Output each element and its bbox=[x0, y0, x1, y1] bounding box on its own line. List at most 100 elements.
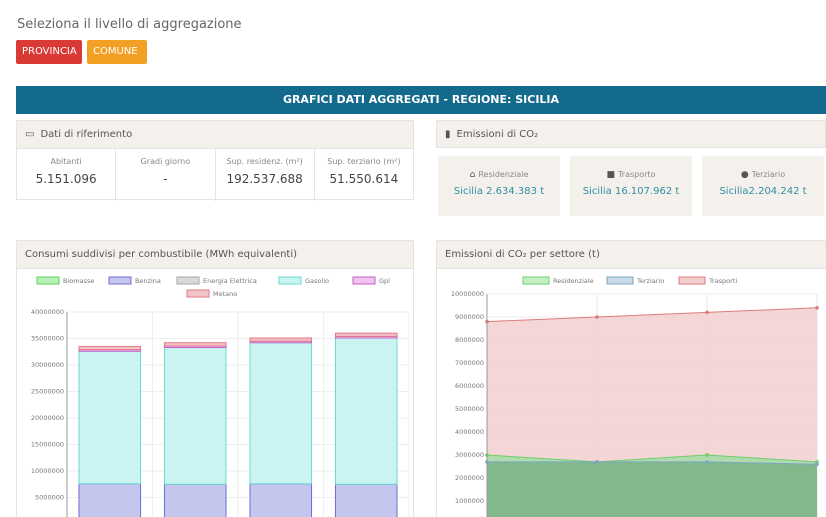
y-tick-label: 2000000 bbox=[455, 474, 484, 482]
bookmark-icon: ▮ bbox=[445, 129, 451, 140]
point-terziario bbox=[815, 462, 819, 466]
comune-button[interactable]: COMUNE bbox=[87, 40, 147, 64]
y-tick-label: 8000000 bbox=[455, 336, 484, 344]
emission-label: Terziario bbox=[751, 170, 786, 179]
y-tick-label: 1000000 bbox=[455, 497, 484, 505]
co2-emissions-title: Emissioni di CO₂ bbox=[456, 129, 539, 140]
bar-segment bbox=[249, 342, 313, 485]
y-tick-label: 7000000 bbox=[455, 359, 484, 367]
ref-cell-sup-residenz: Sup. residenz. (m²) 192.537.688 bbox=[216, 149, 315, 201]
point-trasporti bbox=[815, 306, 819, 310]
ref-label: Sup. residenz. (m²) bbox=[226, 157, 303, 166]
co2-chart-header: Emissioni di CO₂ per settore (t) bbox=[437, 241, 826, 269]
bar-segment bbox=[249, 337, 313, 342]
co2-emissions-boxes: ⌂ Residenziale Sicilia 2.634.383 t ■ Trasp… bbox=[436, 148, 826, 216]
legend-swatch bbox=[678, 276, 706, 285]
area-terziario bbox=[487, 461, 817, 517]
ref-data-header: ▭ Dati di riferimento bbox=[17, 121, 413, 149]
ref-label: Gradi giorno bbox=[140, 157, 191, 166]
point-residenziale bbox=[705, 453, 709, 457]
ref-value: - bbox=[163, 172, 168, 186]
bar-segment bbox=[334, 337, 398, 485]
bar-segment bbox=[163, 347, 227, 485]
legend-label: Residenziale bbox=[553, 277, 594, 285]
legend-label: Gpl bbox=[379, 277, 390, 285]
ref-cell-sup-terziario: Sup. terziario (m²) 51.550.614 bbox=[315, 149, 413, 201]
bar-segment bbox=[163, 342, 227, 347]
emission-box-trasporto: ■ Trasporto Sicilia 16.107.962 t bbox=[570, 156, 692, 216]
legend-swatch bbox=[186, 289, 210, 298]
y-tick-label: 3000000 bbox=[455, 451, 484, 459]
bar-segment bbox=[334, 332, 398, 337]
ref-value: 192.537.688 bbox=[226, 172, 303, 186]
co2-sector-chart: ResidenzialeTerziarioTrasporti0100000020… bbox=[451, 276, 819, 517]
legend-label: Biomasse bbox=[63, 277, 94, 285]
y-tick-label: 30000000 bbox=[31, 361, 64, 369]
ref-label: Abitanti bbox=[50, 157, 82, 166]
point-terziario bbox=[595, 460, 599, 464]
emission-value: Sicilia2.204.242 t bbox=[719, 186, 807, 197]
legend-swatch bbox=[36, 276, 60, 285]
emission-label: Trasporto bbox=[618, 170, 656, 179]
y-tick-label: 9000000 bbox=[455, 313, 484, 321]
emission-value: Sicilia 16.107.962 t bbox=[582, 186, 680, 197]
point-trasporti bbox=[595, 315, 599, 319]
y-tick-label: 40000000 bbox=[31, 308, 64, 316]
point-terziario bbox=[705, 460, 709, 464]
emission-box-terziario: ● Terziario Sicilia2.204.242 t bbox=[702, 156, 824, 216]
ref-data-title: Dati di riferimento bbox=[40, 129, 133, 140]
ref-label: Sup. terziario (m²) bbox=[327, 157, 401, 166]
ref-value: 5.151.096 bbox=[35, 172, 97, 186]
provincia-button[interactable]: PROVINCIA bbox=[16, 40, 82, 64]
fuel-consumption-chart-panel: Consumi suddivisi per combustibile (MWh … bbox=[16, 240, 414, 517]
emission-value: Sicilia 2.634.383 t bbox=[453, 186, 545, 197]
co2-sector-chart-panel: Emissioni di CO₂ per settore (t) Residen… bbox=[436, 240, 826, 517]
y-tick-label: 10000000 bbox=[451, 290, 484, 298]
y-tick-label: 10000000 bbox=[31, 467, 64, 475]
legend-swatch bbox=[522, 276, 550, 285]
y-tick-label: 5000000 bbox=[35, 494, 64, 502]
legend-swatch bbox=[606, 276, 634, 285]
legend-label: Terziario bbox=[636, 277, 664, 285]
legend-label: Gasolio bbox=[305, 277, 329, 285]
y-tick-label: 5000000 bbox=[455, 405, 484, 413]
co2-emissions-header: ▮ Emissioni di CO₂ bbox=[436, 120, 826, 148]
emission-label: Residenziale bbox=[478, 170, 529, 179]
calendar-icon: ▭ bbox=[25, 129, 35, 140]
region-banner: GRAFICI DATI AGGREGATI - REGIONE: SICILI… bbox=[16, 86, 826, 114]
aggregation-selector-title: Seleziona il livello di aggregazione bbox=[17, 17, 242, 32]
emission-box-residenziale: ⌂ Residenziale Sicilia 2.634.383 t bbox=[438, 156, 560, 216]
legend-label: Benzina bbox=[135, 277, 161, 285]
fuel-chart-header: Consumi suddivisi per combustibile (MWh … bbox=[17, 241, 413, 269]
ref-cell-abitanti: Abitanti 5.151.096 bbox=[17, 149, 117, 201]
co2-chart-title: Emissioni di CO₂ per settore (t) bbox=[445, 249, 600, 260]
bar-segment bbox=[163, 483, 227, 517]
ref-data-panel: ▭ Dati di riferimento Abitanti 5.151.096 … bbox=[16, 120, 414, 201]
ref-value: 51.550.614 bbox=[329, 172, 399, 186]
co2-emissions-panel: ▮ Emissioni di CO₂ ⌂ Residenziale Sicilia … bbox=[436, 120, 826, 224]
legend-swatch bbox=[352, 276, 376, 285]
bar-segment bbox=[78, 345, 142, 351]
y-tick-label: 20000000 bbox=[31, 414, 64, 422]
bar-segment bbox=[78, 483, 142, 517]
legend-swatch bbox=[108, 276, 132, 285]
y-tick-label: 4000000 bbox=[455, 428, 484, 436]
fuel-chart-title: Consumi suddivisi per combustibile (MWh … bbox=[25, 249, 298, 260]
ref-cell-gradi-giorno: Gradi giorno - bbox=[116, 149, 216, 201]
user-icon: ● bbox=[740, 170, 749, 180]
fuel-consumption-chart: Biomasse Benzina Energia Elettrica Gasolio G… bbox=[31, 276, 410, 517]
bar-segment bbox=[249, 483, 313, 517]
truck-icon: ■ bbox=[606, 170, 616, 180]
y-tick-label: 6000000 bbox=[455, 382, 484, 390]
point-trasporti bbox=[705, 310, 709, 315]
legend-swatch bbox=[176, 276, 200, 285]
bar-segment bbox=[78, 350, 142, 485]
home-icon: ⌂ bbox=[469, 170, 476, 180]
legend-swatch bbox=[278, 276, 302, 285]
legend-label: Metano bbox=[213, 290, 237, 298]
y-tick-label: 15000000 bbox=[31, 441, 64, 449]
legend-label: Energia Elettrica bbox=[203, 277, 257, 285]
bar-segment bbox=[334, 483, 398, 517]
y-tick-label: 35000000 bbox=[31, 335, 64, 343]
legend-label: Trasporti bbox=[708, 277, 737, 285]
